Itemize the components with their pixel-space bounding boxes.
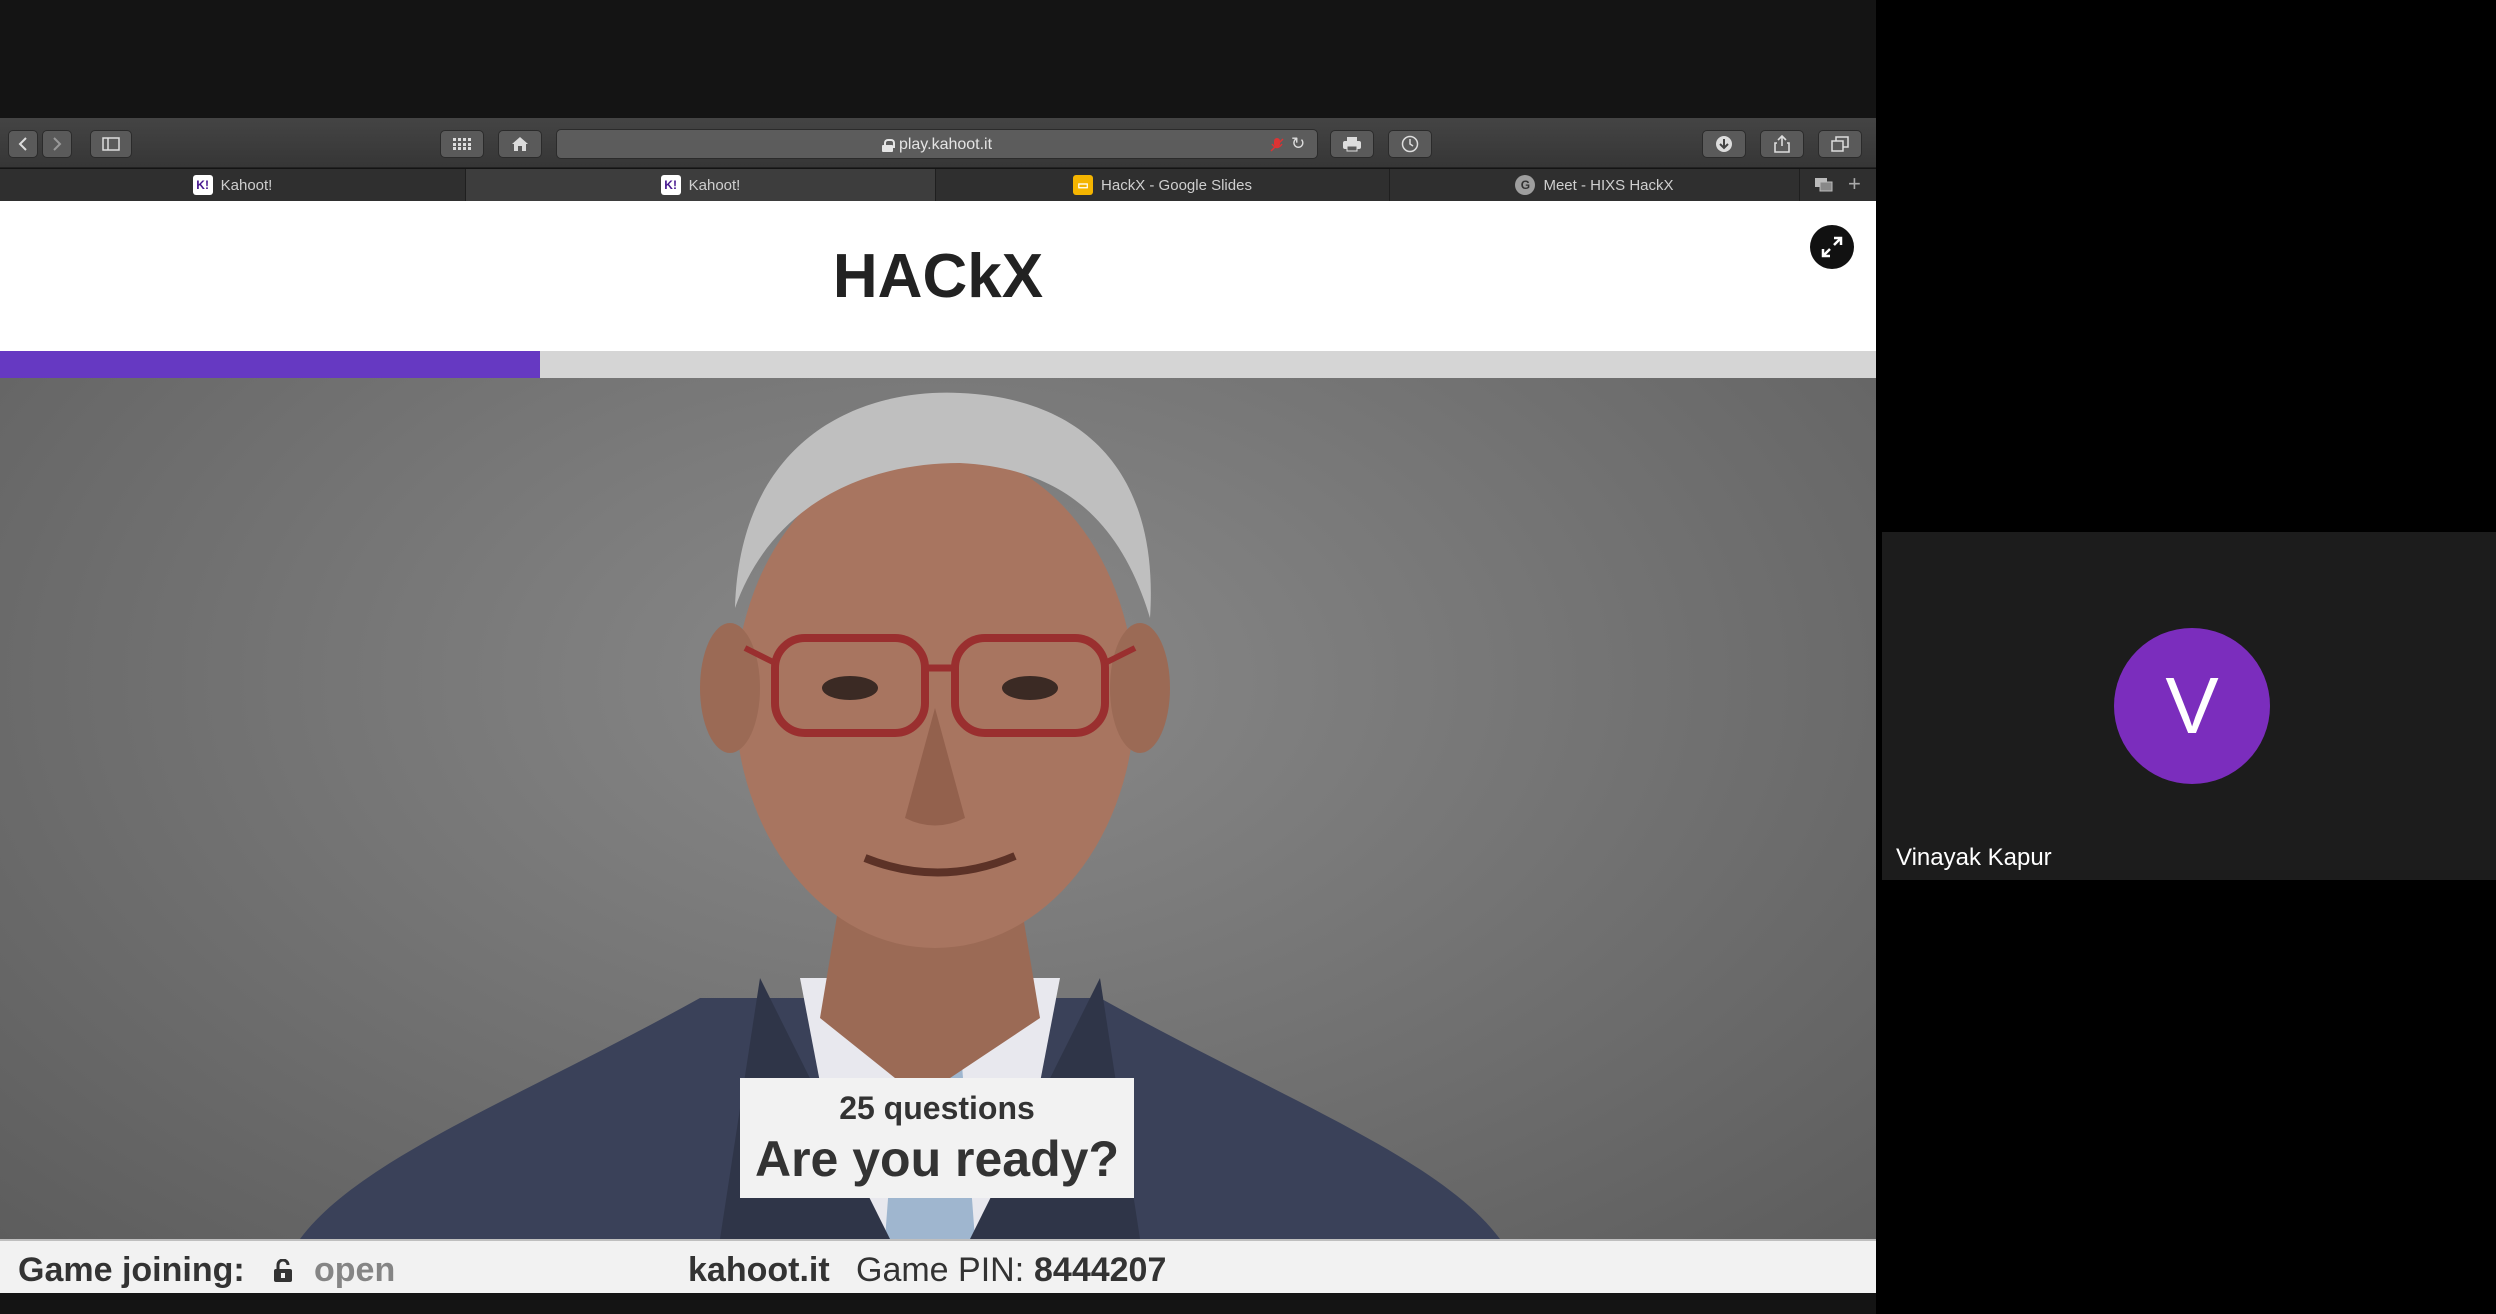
browser-tab-bar: K! Kahoot! K! Kahoot! ▭ HackX - Google S…	[0, 169, 1876, 201]
mic-off-icon	[1270, 138, 1284, 152]
lock-icon	[881, 138, 895, 152]
tab-group-icon[interactable]	[1814, 177, 1834, 193]
sidebar-button[interactable]	[90, 130, 132, 158]
kahoot-icon: K!	[192, 175, 213, 195]
tab-title: HackX - Google Slides	[1101, 176, 1252, 194]
kahoot-icon: K!	[660, 175, 681, 195]
print-button[interactable]	[1330, 130, 1374, 158]
game-pin-label: Game PIN:	[856, 1251, 1025, 1289]
expand-icon	[1821, 236, 1843, 258]
chevron-left-icon	[18, 137, 27, 151]
new-tab-icon[interactable]: +	[1848, 173, 1861, 195]
tab-title: Kahoot!	[220, 176, 273, 194]
home-icon	[512, 137, 528, 151]
ready-prompt: Are you ready?	[754, 1131, 1119, 1187]
game-footer: Game joining: open kahoot.it Game PIN: 8…	[0, 1239, 1876, 1293]
download-icon	[1716, 136, 1732, 152]
tab-google-meet[interactable]: G Meet - HIXS HackX	[1390, 169, 1800, 201]
join-site: kahoot.it	[688, 1251, 830, 1289]
tab-kahoot-1[interactable]: K! Kahoot!	[0, 169, 466, 201]
question-card: 25 questions Are you ready?	[740, 1078, 1134, 1198]
reload-icon[interactable]: ↻	[1291, 135, 1309, 153]
tab-title: Meet - HIXS HackX	[1543, 176, 1674, 194]
home-button[interactable]	[498, 130, 542, 158]
slides-icon: ▭	[1073, 175, 1094, 195]
url-text: play.kahoot.it	[898, 136, 993, 153]
tab-overview-button[interactable]	[1818, 130, 1862, 158]
forward-button[interactable]	[42, 130, 72, 158]
history-button[interactable]	[1388, 130, 1432, 158]
fullscreen-button[interactable]	[1810, 225, 1854, 269]
share-button[interactable]	[1760, 130, 1804, 158]
shared-screen: play.kahoot.it ↻ K! Kahoot! K! Kahoot! ▭…	[0, 0, 1876, 1314]
browser-toolbar: play.kahoot.it ↻	[0, 118, 1876, 168]
back-button[interactable]	[8, 130, 38, 158]
game-joining-status: open	[314, 1251, 396, 1289]
kahoot-page: HACkX 25 questions Are you ready? Game j…	[0, 201, 1876, 1293]
meet-icon: G	[1515, 175, 1536, 195]
participants-panel: V Vinayak Kapur	[1876, 0, 2496, 1314]
page-title: HACkX	[832, 242, 1044, 311]
tab-google-slides[interactable]: ▭ HackX - Google Slides	[936, 169, 1390, 201]
tab-kahoot-2[interactable]: K! Kahoot!	[466, 169, 936, 201]
sidebar-icon	[102, 137, 120, 151]
clock-icon	[1401, 135, 1419, 153]
game-pin-value: 8444207	[1034, 1251, 1167, 1289]
screen-share-top-margin	[0, 0, 1876, 118]
question-stage: 25 questions Are you ready?	[0, 378, 1876, 1239]
chevron-right-icon	[53, 137, 62, 151]
unlock-icon[interactable]	[272, 1259, 294, 1283]
downloads-button[interactable]	[1702, 130, 1746, 158]
address-bar[interactable]: play.kahoot.it ↻	[556, 129, 1318, 159]
url-display: play.kahoot.it	[557, 130, 1317, 160]
progress-bar	[0, 351, 1876, 378]
participant-name: Vinayak Kapur	[1896, 844, 2052, 871]
screen-share-bottom-margin	[0, 1293, 1876, 1314]
top-sites-button[interactable]	[440, 130, 484, 158]
progress-fill	[0, 351, 541, 378]
game-joining-label: Game joining:	[18, 1251, 245, 1289]
tab-title: Kahoot!	[688, 176, 741, 194]
grid-icon	[453, 138, 471, 150]
participant-tile[interactable]: V Vinayak Kapur	[1882, 532, 2496, 880]
printer-icon	[1343, 137, 1361, 152]
avatar: V	[2114, 628, 2270, 784]
tabs-icon	[1831, 136, 1849, 152]
kahoot-header: HACkX	[0, 201, 1876, 351]
question-count: 25 questions	[839, 1090, 1035, 1126]
share-icon	[1774, 135, 1790, 153]
